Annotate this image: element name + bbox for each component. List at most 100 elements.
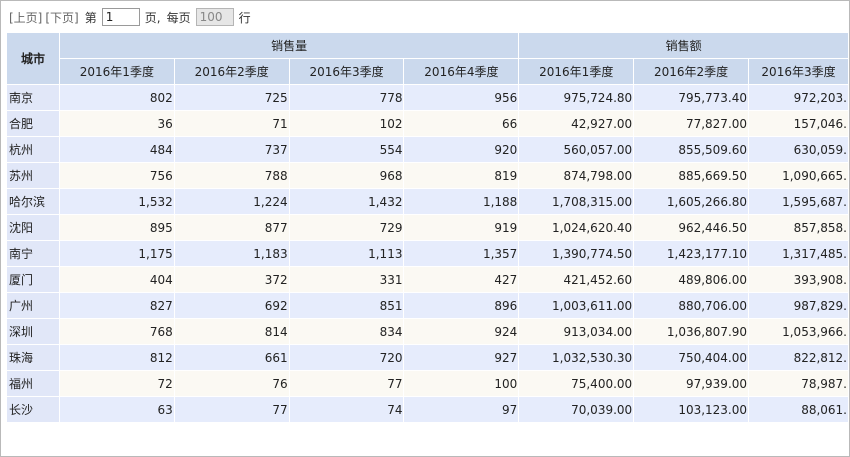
sales-volume-cell: 819 [403,162,520,189]
sales-volume-cell: 814 [173,318,290,345]
sales-volume-cell: 924 [403,318,520,345]
sales-volume-cell: 331 [288,266,405,293]
sales-volume-cell: 927 [403,344,520,371]
sales-amount-cell: 1,423,177.10 [633,240,750,267]
sales-volume-cell: 729 [288,214,405,241]
city-cell: 深圳 [6,318,60,345]
table-row: 广州 827 692 851 896 1,003,611.00 880,706.00 987,… [6,292,849,319]
table-row: 沈阳 895 877 729 919 1,024,620.40 962,446.50 857,… [6,214,849,241]
quarter-column-header: 2016年3季度 [288,58,405,85]
sales-amount-cell: 822,812. [748,344,849,371]
sales-volume-cell: 895 [58,214,175,241]
sales-amount-cell: 972,203. [748,84,849,111]
per-page-suffix-label: 行 [238,10,251,25]
sales-amount-cell: 1,003,611.00 [518,292,635,319]
sales-volume-cell: 71 [173,110,290,137]
sales-amount-cell: 393,908. [748,266,849,293]
sales-volume-cell: 896 [403,292,520,319]
table-row: 珠海 812 661 720 927 1,032,530.30 750,404.00 822,… [6,344,849,371]
sales-amount-cell: 750,404.00 [633,344,750,371]
sales-amount-cell: 1,708,315.00 [518,188,635,215]
quarter-column-header: 2016年1季度 [518,58,635,85]
sales-amount-cell: 103,123.00 [633,396,750,423]
report-frame: [上页] [下页] 第 页, 每页 行 城市 销售量 销售额 2016年1季度2… [0,0,850,457]
sales-volume-cell: 737 [173,136,290,163]
sales-volume-cell: 851 [288,292,405,319]
sales-amount-cell: 855,509.60 [633,136,750,163]
sales-volume-cell: 484 [58,136,175,163]
sales-amount-cell: 1,090,665. [748,162,849,189]
sales-amount-cell: 874,798.00 [518,162,635,189]
sales-amount-cell: 1,317,485. [748,240,849,267]
sales-volume-cell: 77 [173,396,290,423]
sales-table: 城市 销售量 销售额 2016年1季度 2016年2季度 2016年3季度 2016年… [6,32,849,423]
table-row: 长沙 63 77 74 97 70,039.00 103,123.00 88,061. [6,396,849,423]
sales-volume-cell: 661 [173,344,290,371]
page-suffix-label: 页, [144,10,161,25]
page-prefix-label: 第 [84,10,97,25]
page-number-input[interactable] [101,8,140,26]
city-cell: 长沙 [6,396,60,423]
table-row: 杭州 484 737 554 920 560,057.00 855,509.60 630,05… [6,136,849,163]
sales-volume-cell: 956 [403,84,520,111]
sales-volume-cell: 372 [173,266,290,293]
sales-volume-cell: 968 [288,162,405,189]
sales-amount-cell: 88,061. [748,396,849,423]
quarter-header-row: 2016年1季度 2016年2季度 2016年3季度 2016年4季度 2016年1季度… [7,58,849,85]
sales-amount-cell: 857,858. [748,214,849,241]
city-cell: 广州 [6,292,60,319]
next-page-link[interactable]: [下页] [45,9,78,26]
sales-volume-cell: 74 [288,396,405,423]
sales-volume-cell: 404 [58,266,175,293]
sales-volume-cell: 1,357 [403,240,520,267]
city-cell: 厦门 [6,266,60,293]
table-row: 苏州 756 788 968 819 874,798.00 885,669.50 1,090,… [6,162,849,189]
sales-volume-cell: 66 [403,110,520,137]
city-cell: 南京 [6,84,60,111]
sales-volume-cell: 725 [173,84,290,111]
sales-amount-cell: 1,595,687. [748,188,849,215]
sales-volume-cell: 76 [173,370,290,397]
table-row: 南京 802 725 778 956 975,724.80 795,773.40 972,20… [6,84,849,111]
city-cell: 珠海 [6,344,60,371]
city-cell: 杭州 [6,136,60,163]
sales-volume-cell: 1,183 [173,240,290,267]
sales-volume-cell: 827 [58,292,175,319]
sales-amount-cell: 962,446.50 [633,214,750,241]
quarter-column-header: 2016年2季度 [633,58,750,85]
quarter-column-header: 2016年1季度 [58,58,175,85]
sales-volume-cell: 36 [58,110,175,137]
sales-amount-cell: 975,724.80 [518,84,635,111]
sales-volume-cell: 102 [288,110,405,137]
sales-volume-cell: 1,175 [58,240,175,267]
sales-amount-cell: 75,400.00 [518,370,635,397]
sales-volume-cell: 1,224 [173,188,290,215]
prev-page-link[interactable]: [上页] [9,9,42,26]
sales-amount-cell: 77,827.00 [633,110,750,137]
sales-volume-cell: 554 [288,136,405,163]
table-row: 合肥 36 71 102 66 42,927.00 77,827.00 157,046. [6,110,849,137]
sales-volume-cell: 1,113 [288,240,405,267]
sales-volume-cell: 877 [173,214,290,241]
city-cell: 合肥 [6,110,60,137]
sales-amount-cell: 97,939.00 [633,370,750,397]
sales-volume-cell: 100 [403,370,520,397]
city-column-header: 城市 [6,32,60,85]
sales-volume-cell: 920 [403,136,520,163]
table-row: 哈尔滨 1,532 1,224 1,432 1,188 1,708,315.00 1,605… [6,188,849,215]
city-cell: 苏州 [6,162,60,189]
group-header-sales-volume: 销售量 [58,32,520,59]
sales-volume-cell: 802 [58,84,175,111]
table-body: 南京 802 725 778 956 975,724.80 795,773.40 972,20… [6,84,849,423]
sales-volume-cell: 720 [288,344,405,371]
sales-amount-cell: 421,452.60 [518,266,635,293]
sales-volume-cell: 756 [58,162,175,189]
sales-amount-cell: 70,039.00 [518,396,635,423]
sales-amount-cell: 913,034.00 [518,318,635,345]
city-cell: 沈阳 [6,214,60,241]
sales-amount-cell: 78,987. [748,370,849,397]
sales-amount-cell: 42,927.00 [518,110,635,137]
sales-amount-cell: 885,669.50 [633,162,750,189]
per-page-prefix-label: 每页 [166,10,191,25]
sales-volume-cell: 63 [58,396,175,423]
